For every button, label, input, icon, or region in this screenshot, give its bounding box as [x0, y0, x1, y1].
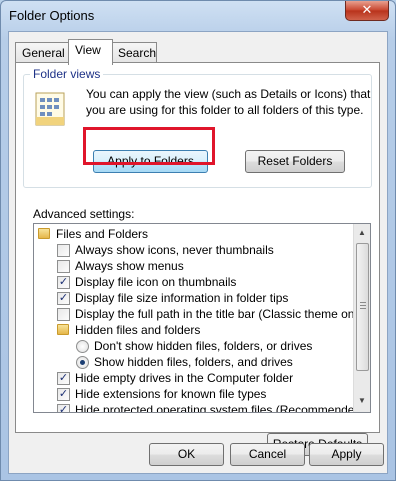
checkbox-checked[interactable]: ✓ [57, 276, 70, 289]
settings-row-label: Always show icons, never thumbnails [75, 243, 274, 257]
radio-unselected[interactable] [76, 340, 89, 353]
settings-row-label: Hidden files and folders [75, 323, 201, 337]
settings-row[interactable]: Display the full path in the title bar (… [34, 306, 367, 322]
highlight-box [83, 127, 215, 165]
title-bar[interactable]: Folder Options ✕ [1, 1, 395, 31]
tab-strip: General View Search [9, 39, 387, 65]
scroll-up-icon[interactable]: ▲ [357, 228, 367, 237]
checkbox-unchecked[interactable] [57, 244, 70, 257]
settings-row-label: Display the full path in the title bar (… [75, 307, 368, 321]
settings-row-label: Files and Folders [56, 227, 149, 241]
settings-row-label: Don't show hidden files, folders, or dri… [94, 339, 313, 353]
folder-views-description: You can apply the view (such as Details … [86, 87, 371, 117]
folder-icon [57, 324, 69, 335]
settings-row-label: Always show menus [75, 259, 184, 273]
settings-row[interactable]: Always show icons, never thumbnails [34, 242, 354, 258]
checkbox-checked[interactable]: ✓ [57, 372, 70, 385]
settings-row-label: Display file size information in folder … [75, 291, 289, 305]
folder-icon [38, 228, 50, 239]
tab-general[interactable]: General [15, 42, 70, 63]
folder-options-window: Folder Options ✕ General View Search Fol… [0, 0, 396, 481]
cancel-button[interactable]: Cancel [230, 443, 305, 466]
settings-row-label: Hide protected operating system files (R… [75, 403, 366, 413]
settings-row[interactable]: Don't show hidden files, folders, or dri… [34, 338, 354, 354]
advanced-settings-label: Advanced settings: [33, 207, 135, 221]
settings-row[interactable]: Always show menus [34, 258, 354, 274]
advanced-settings-list[interactable]: Files and Folders Always show icons, neve… [33, 223, 371, 413]
settings-row[interactable]: Show hidden files, folders, and drives [34, 354, 354, 370]
settings-row-label: Hide extensions for known file types [75, 387, 267, 401]
view-tab-panel: Folder views You can apply the view (suc… [15, 62, 380, 456]
radio-selected[interactable] [76, 356, 89, 369]
scroll-down-icon[interactable]: ▼ [357, 396, 367, 405]
checkbox-checked[interactable]: ✓ [57, 292, 70, 305]
settings-row[interactable]: ✓ Hide protected operating system files (… [34, 402, 365, 412]
settings-row-label: Display file icon on thumbnails [75, 275, 237, 289]
checkbox-checked[interactable]: ✓ [57, 404, 70, 412]
checkbox-unchecked[interactable] [57, 308, 70, 321]
settings-row[interactable]: ✓ Hide empty drives in the Computer folde… [34, 370, 354, 386]
close-button[interactable]: ✕ [345, 1, 389, 21]
reset-folders-button[interactable]: Reset Folders [245, 150, 345, 173]
apply-button[interactable]: Apply [309, 443, 384, 466]
checkbox-unchecked[interactable] [57, 260, 70, 273]
vertical-scrollbar[interactable]: ▲ ▼ [353, 224, 370, 412]
close-icon: ✕ [361, 2, 373, 17]
folder-view-icon [35, 92, 65, 126]
advanced-settings-items: Files and Folders Always show icons, neve… [34, 224, 367, 412]
settings-row[interactable]: Files and Folders [34, 226, 354, 242]
settings-row[interactable]: Hidden files and folders [34, 322, 354, 338]
settings-row[interactable]: ✓ Display file icon on thumbnails [34, 274, 354, 290]
settings-row[interactable]: ✓ Display file size information in folder… [34, 290, 354, 306]
folder-views-group: Folder views You can apply the view (suc… [23, 67, 372, 188]
settings-row[interactable]: ✓ Hide extensions for known file types [34, 386, 354, 402]
folder-views-title: Folder views [30, 67, 104, 81]
ok-button[interactable]: OK [149, 443, 224, 466]
window-title: Folder Options [9, 8, 95, 23]
settings-row-label: Hide empty drives in the Computer folder [75, 371, 294, 385]
checkbox-checked[interactable]: ✓ [57, 388, 70, 401]
scroll-thumb[interactable] [356, 243, 369, 371]
settings-row-label: Show hidden files, folders, and drives [94, 355, 293, 369]
tab-view[interactable]: View [68, 39, 113, 65]
tab-search[interactable]: Search [111, 42, 157, 63]
dialog-client-area: General View Search Folder views You can… [8, 31, 388, 474]
